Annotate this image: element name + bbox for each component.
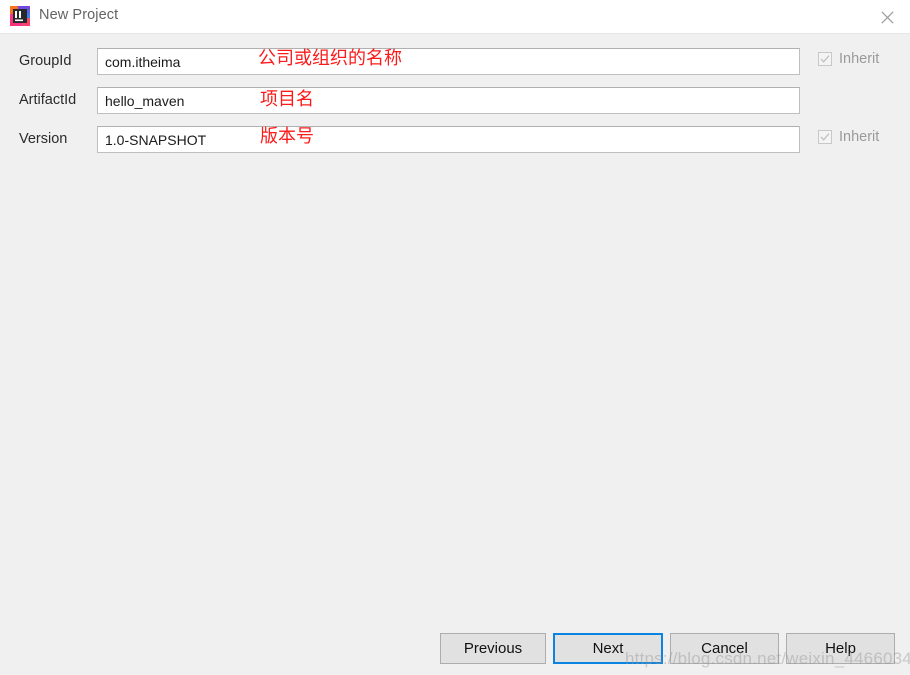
close-icon[interactable] [864, 0, 910, 34]
dialog-button-bar: Previous Next Cancel Help [0, 633, 910, 665]
next-button[interactable]: Next [553, 633, 663, 664]
intellij-idea-icon [9, 5, 31, 27]
field-row-artifactid: ArtifactId [0, 87, 910, 115]
previous-button[interactable]: Previous [440, 633, 546, 664]
annotation-version: 版本号 [260, 126, 314, 147]
project-coordinates-form: GroupId Inherit ArtifactId Version Inher… [0, 35, 910, 620]
checkbox-checked-icon [818, 52, 832, 66]
version-inherit-checkbox[interactable]: Inherit [818, 129, 879, 145]
version-label: Version [19, 131, 68, 147]
help-button[interactable]: Help [786, 633, 895, 664]
groupid-label: GroupId [19, 53, 72, 69]
groupid-inherit-checkbox[interactable]: Inherit [818, 51, 879, 67]
field-row-version: Version Inherit [0, 126, 910, 154]
title-bar: New Project [0, 0, 910, 34]
artifactid-label: ArtifactId [19, 92, 77, 108]
annotation-artifactid: 项目名 [260, 89, 314, 110]
checkbox-checked-icon [818, 130, 832, 144]
version-inherit-label: Inherit [839, 129, 880, 145]
field-row-groupid: GroupId Inherit [0, 48, 910, 76]
groupid-input[interactable] [97, 48, 800, 75]
groupid-inherit-label: Inherit [839, 51, 880, 67]
window-title: New Project [39, 7, 119, 23]
version-input[interactable] [97, 126, 800, 153]
annotation-groupid: 公司或组织的名称 [258, 48, 402, 69]
cancel-button[interactable]: Cancel [670, 633, 779, 664]
artifactid-input[interactable] [97, 87, 800, 114]
